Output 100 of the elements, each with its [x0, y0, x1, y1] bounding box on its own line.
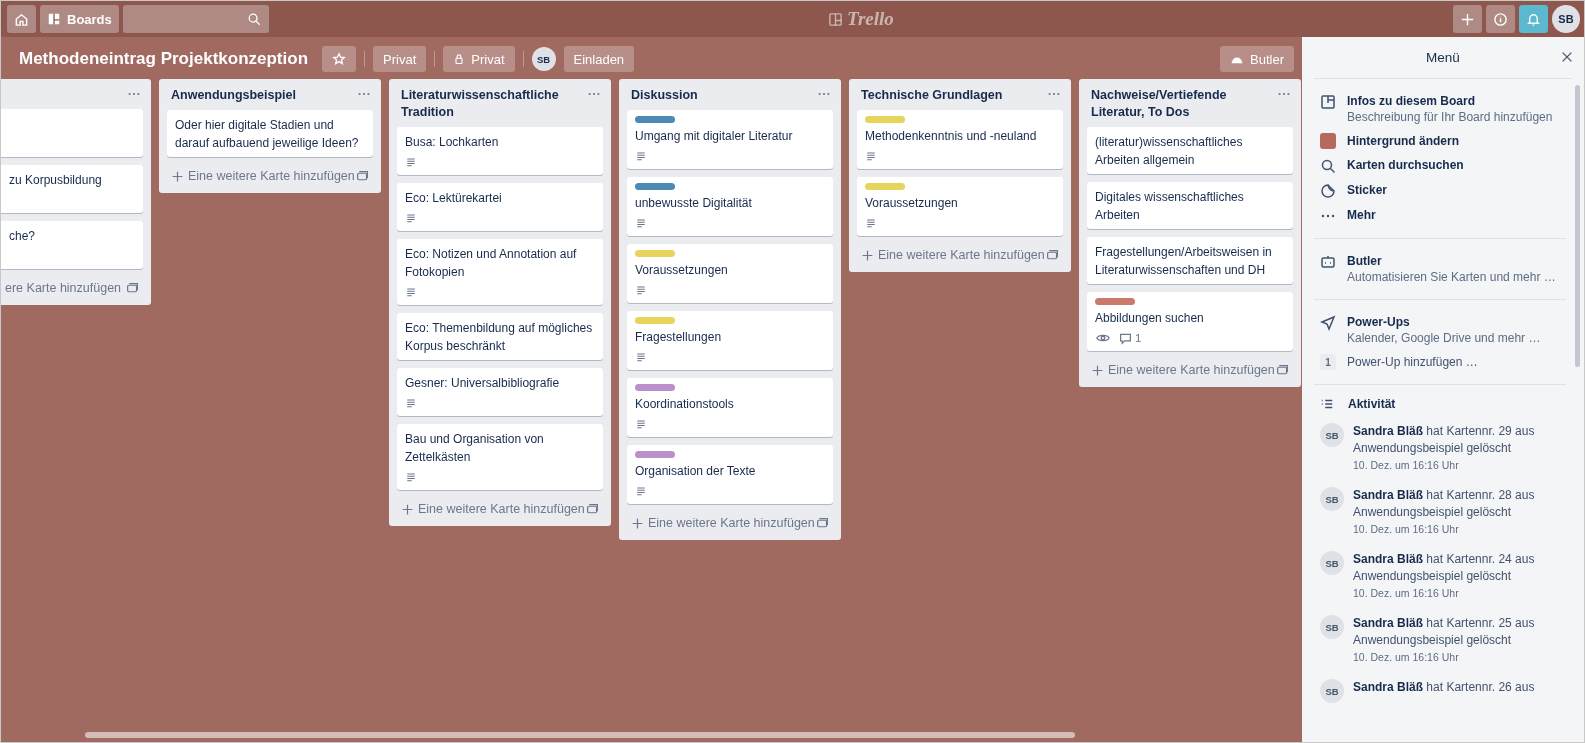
description-icon [405, 286, 417, 298]
user-avatar: SB [1320, 423, 1344, 447]
plus-icon [1460, 11, 1475, 27]
member-avatar[interactable]: SB [531, 47, 556, 71]
card[interactable]: Gesner: Universalbibliografie [397, 368, 603, 416]
card-title: Eco: Themenbildung auf mögliches Korpus beschränkt [405, 320, 594, 355]
activity-text: Sandra Bläß hat Kartennr. 24 aus Anwendungsbeispiel gelöscht [1353, 551, 1536, 585]
board-icon [47, 12, 61, 26]
card-title: Fragestellungen [635, 329, 723, 346]
vertical-scrollbar[interactable] [1575, 85, 1580, 367]
menu-item[interactable]: Sticker [1314, 178, 1566, 203]
add-card-button[interactable]: Eine weitere Karte hinzufügen [1091, 363, 1275, 377]
menu-item[interactable]: Power-Ups Kalender, Google Drive und mehr … [1314, 310, 1566, 350]
card[interactable]: unbewusste Digitalität [627, 177, 833, 236]
menu-item[interactable]: Karten durchsuchen [1314, 153, 1566, 178]
menu-item[interactable]: Mehr [1314, 203, 1566, 228]
card-title: zu Korpusbildung [9, 172, 103, 189]
card[interactable]: Koordinationstools [627, 378, 833, 437]
plus-icon [861, 248, 874, 262]
sticker-icon [1320, 183, 1336, 199]
board-title[interactable]: Methodeneintrag Projektkonzeption [19, 49, 309, 69]
card[interactable]: che? [1, 221, 143, 269]
user-avatar: SB [1320, 679, 1344, 703]
menu-item[interactable]: Infos zu diesem Board Beschreibung für Ihr Board hinzufügen [1314, 89, 1566, 129]
menu-item[interactable]: 1 Power-Up hinzufügen … [1314, 350, 1566, 374]
description-icon [635, 351, 647, 363]
description-icon [405, 156, 417, 168]
comment-count: 1 [1135, 332, 1142, 344]
template-icon [816, 516, 829, 530]
horizontal-scrollbar[interactable] [85, 732, 1075, 738]
add-card-button[interactable]: Eine weitere Karte hinzufügen [631, 516, 815, 530]
activity-time: 10. Dez. um 16:16 Uhr [1353, 586, 1460, 601]
activity-text: Sandra Bläß hat Kartennr. 28 aus Anwendungsbeispiel gelöscht [1353, 487, 1536, 521]
activity-text: Sandra Bläß hat Kartennr. 29 aus Anwendungsbeispiel gelöscht [1353, 423, 1536, 457]
card[interactable]: Umgang mit digitaler Literatur [627, 110, 833, 169]
activity-text: Sandra Bläß hat Kartennr. 25 aus Anwendungsbeispiel gelöscht [1353, 615, 1536, 649]
card[interactable]: Methodenkenntnis und -neuland [857, 110, 1063, 169]
app-logo: Trello [847, 8, 894, 30]
card[interactable]: Fragestellungen/Arbeitsweisen in Literaturwissenschaften und DH [1087, 237, 1293, 284]
card[interactable]: Digitales wissenschaftliches Arbeiten [1087, 182, 1293, 229]
user-avatar[interactable]: SB [1552, 5, 1580, 33]
template-icon [1276, 363, 1289, 377]
count-badge: 1 [1320, 354, 1336, 370]
description-icon [635, 150, 647, 162]
description-icon [635, 284, 647, 296]
notifications-button[interactable] [1519, 5, 1548, 33]
plus-icon [631, 516, 644, 530]
card-title: Digitales wissenschaftliches Arbeiten [1095, 189, 1245, 224]
card-title: Eco: Lektürekartei [405, 190, 503, 207]
card[interactable]: Voraussetzungen [857, 177, 1063, 236]
card-title: Koordinationstools [635, 396, 735, 413]
template-icon [586, 502, 599, 516]
card[interactable]: Fragestellungen [627, 311, 833, 370]
plus-icon [1091, 363, 1104, 377]
card[interactable]: Oder hier digitale Stadien und darauf aufbauend jeweilige Ideen? [167, 110, 373, 157]
add-button[interactable] [1453, 5, 1482, 33]
card-title: Oder hier digitale Stadien und darauf aufbauend jeweilige Ideen? [175, 117, 360, 152]
bell-icon [1526, 11, 1541, 27]
star-button[interactable] [322, 46, 357, 72]
home-icon [14, 11, 29, 27]
activity-time: 10. Dez. um 16:16 Uhr [1353, 458, 1460, 473]
description-icon [405, 212, 417, 224]
add-card-button[interactable]: Eine weitere Karte hinzufügen [861, 248, 1045, 262]
activity-icon [1320, 397, 1334, 411]
card[interactable]: Eco: Lektürekartei [397, 183, 603, 231]
card[interactable]: Organisation der Texte [627, 445, 833, 504]
add-card-button[interactable]: Eine weitere Karte hinzufügen [171, 169, 355, 183]
card[interactable]: Abbildungen suchen 1 [1087, 292, 1293, 351]
card[interactable]: zu Korpusbildung [1, 165, 143, 213]
add-card-button[interactable]: ere Karte hinzufügen [5, 281, 122, 295]
list-title: Literaturwissenschaftliche Tradition [401, 87, 560, 121]
template-icon [1046, 248, 1059, 262]
board-icon [1320, 94, 1336, 110]
search-field[interactable] [122, 5, 269, 33]
add-card-button[interactable]: Eine weitere Karte hinzufügen [401, 502, 585, 516]
card-title: (literatur)wissenschaftliches Arbeiten allgemein [1095, 134, 1244, 169]
user-avatar: SB [1320, 615, 1344, 639]
activity-time: 10. Dez. um 16:16 Uhr [1353, 650, 1460, 665]
plus-icon [401, 502, 414, 516]
description-icon [865, 217, 877, 229]
card-title: Busa: Lochkarten [405, 134, 500, 151]
card[interactable]: Voraussetzungen [627, 244, 833, 303]
card-title: Umgang mit digitaler Literatur [635, 128, 794, 145]
card-title: Eco: Notizen und Annotation auf Fotokopien [405, 246, 578, 281]
card-title: unbewusste Digitalität [635, 195, 753, 212]
menu-item[interactable]: Hintergrund ändern [1314, 129, 1566, 153]
card[interactable]: Busa: Lochkarten [397, 127, 603, 175]
home-button[interactable] [7, 5, 36, 33]
lock-icon [453, 53, 466, 65]
card[interactable]: Bau und Organisation von Zettelkästen [397, 424, 603, 490]
list-title: Anwendungsbeispiel [171, 87, 296, 104]
card[interactable]: Eco: Themenbildung auf mögliches Korpus beschränkt [397, 313, 603, 360]
info-button[interactable] [1486, 5, 1515, 33]
info-icon [1493, 11, 1508, 27]
description-icon [865, 150, 877, 162]
menu-item-description: Automatisieren Sie Karten und mehr … [1347, 269, 1556, 285]
card[interactable]: (literatur)wissenschaftliches Arbeiten allgemein [1087, 127, 1293, 174]
menu-item[interactable]: Butler Automatisieren Sie Karten und mehr … [1314, 249, 1566, 289]
template-icon [356, 169, 369, 183]
card[interactable]: Eco: Notizen und Annotation auf Fotokopien [397, 239, 603, 305]
